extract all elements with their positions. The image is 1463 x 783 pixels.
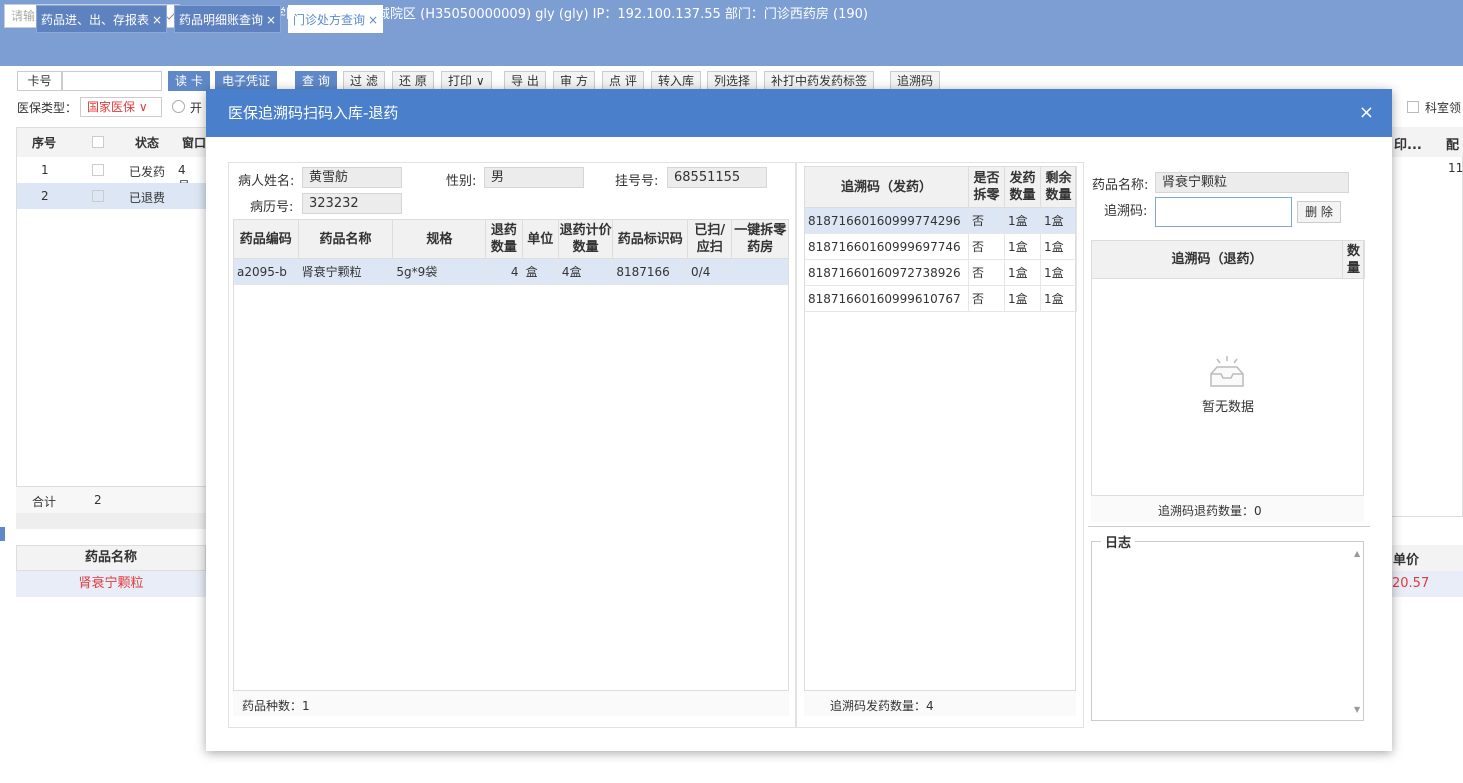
dept-checkbox-label: 科室领 bbox=[1425, 101, 1462, 115]
close-icon[interactable]: × bbox=[368, 13, 378, 27]
trace-code-input[interactable] bbox=[1155, 197, 1292, 227]
close-icon[interactable]: × bbox=[1359, 89, 1374, 137]
comment-button[interactable]: 点 评 bbox=[602, 71, 644, 91]
right-row-value: 11 bbox=[1448, 161, 1463, 175]
reg-number-field: 68551155 bbox=[667, 167, 767, 188]
review-button[interactable]: 审 方 bbox=[553, 71, 595, 91]
log-title: 日志 bbox=[1101, 532, 1136, 551]
open-radio-label: 开 bbox=[190, 101, 203, 115]
query-button[interactable]: 查 询 bbox=[295, 71, 337, 91]
col-header-status: 状态 bbox=[135, 136, 160, 150]
lower-col-header-drug-name: 药品名称 bbox=[16, 545, 206, 571]
tab-outpatient-query[interactable]: 门诊处方查询 × bbox=[288, 5, 384, 33]
empty-box-icon bbox=[1210, 356, 1244, 387]
read-card-button[interactable]: 读 卡 bbox=[168, 71, 210, 91]
trace-code-return-dialog: 医保追溯码扫码入库-退药 × 病人姓名: 黄雪舫 性别: 男 挂号号: 6855… bbox=[206, 89, 1392, 751]
row-checkbox[interactable] bbox=[92, 190, 104, 202]
table-row[interactable]: 1 已发药 4号... bbox=[17, 157, 207, 193]
sex-field: 男 bbox=[484, 167, 584, 188]
close-icon[interactable]: × bbox=[266, 13, 276, 27]
empty-text: 暂无数据 bbox=[1202, 400, 1255, 415]
tab-drug-report[interactable]: 药品进、出、存报表 × bbox=[36, 5, 168, 33]
filter-button[interactable]: 过 滤 bbox=[343, 71, 385, 91]
scroll-up-icon[interactable]: ▲ bbox=[1354, 549, 1360, 558]
record-number-field: 323232 bbox=[302, 193, 402, 214]
right-header-strip: 印... 配 bbox=[1392, 127, 1463, 157]
dispense-table-footer: 追溯码发药数量：4 bbox=[804, 690, 1076, 716]
drug-table-frame bbox=[233, 219, 789, 716]
tab-drug-ledger[interactable]: 药品明细账查询 × bbox=[174, 5, 282, 33]
reprint-label-button[interactable]: 补打中药发药标签 bbox=[764, 71, 875, 91]
patient-name-label: 病人姓名: bbox=[238, 174, 295, 189]
insurance-type-label: 医保类型： bbox=[17, 101, 78, 115]
drug-name-field: 肾衰宁颗粒 bbox=[1155, 172, 1349, 193]
scroll-down-icon[interactable]: ▼ bbox=[1354, 705, 1360, 714]
panel-splitter[interactable] bbox=[1088, 526, 1370, 527]
table-row[interactable]: 2 已退费 bbox=[17, 183, 207, 209]
close-icon[interactable]: × bbox=[152, 13, 162, 27]
splitter-marker[interactable] bbox=[0, 527, 5, 541]
row-checkbox[interactable] bbox=[92, 164, 104, 176]
dialog-title: 医保追溯码扫码入库-退药 bbox=[206, 89, 1392, 137]
trace-code-button[interactable]: 追溯码 bbox=[890, 71, 941, 91]
horizontal-scrollbar[interactable] bbox=[16, 513, 206, 529]
col-header-window: 窗口 bbox=[182, 136, 207, 150]
export-button[interactable]: 导 出 bbox=[504, 71, 546, 91]
e-voucher-button[interactable]: 电子凭证 bbox=[215, 71, 278, 91]
lower-table-row[interactable]: 肾衰宁颗粒 bbox=[16, 571, 206, 597]
drug-table-footer: 药品种数：1 bbox=[233, 690, 789, 716]
open-radio[interactable] bbox=[172, 100, 185, 113]
record-number-label: 病历号: bbox=[250, 200, 294, 215]
select-all-checkbox[interactable] bbox=[92, 136, 104, 148]
card-number-input[interactable] bbox=[62, 71, 162, 91]
log-box bbox=[1091, 541, 1364, 721]
transfer-in-button[interactable]: 转入库 bbox=[651, 71, 702, 91]
reg-number-label: 挂号号: bbox=[615, 174, 659, 189]
print-button[interactable]: 打印 ∨ bbox=[441, 71, 492, 91]
tab-bar bbox=[0, 33, 1463, 66]
drug-name-label: 药品名称: bbox=[1092, 178, 1149, 193]
column-select-button[interactable]: 列选择 bbox=[707, 71, 758, 91]
delete-button[interactable]: 删 除 bbox=[1297, 201, 1341, 223]
dispense-table-frame bbox=[804, 166, 1076, 716]
card-number-label: 卡号 bbox=[17, 71, 62, 91]
tab-back-icon[interactable]: < bbox=[8, 7, 20, 23]
trace-code-label: 追溯码: bbox=[1104, 204, 1148, 219]
lower-right-header: 单价 bbox=[1392, 545, 1463, 571]
patient-name-field: 黄雪舫 bbox=[302, 167, 402, 188]
return-table-footer: 追溯码退药数量：0 bbox=[1091, 495, 1364, 522]
insurance-type-select[interactable]: 国家医保 ∨ bbox=[80, 97, 162, 117]
col-header-no: 序号 bbox=[32, 136, 57, 150]
restore-button[interactable]: 还 原 bbox=[392, 71, 434, 91]
dept-checkbox[interactable] bbox=[1407, 101, 1419, 113]
lower-right-cell: 20.57 bbox=[1392, 571, 1463, 597]
sex-label: 性别: bbox=[446, 174, 477, 189]
total-row: 合计 2 bbox=[16, 486, 206, 513]
